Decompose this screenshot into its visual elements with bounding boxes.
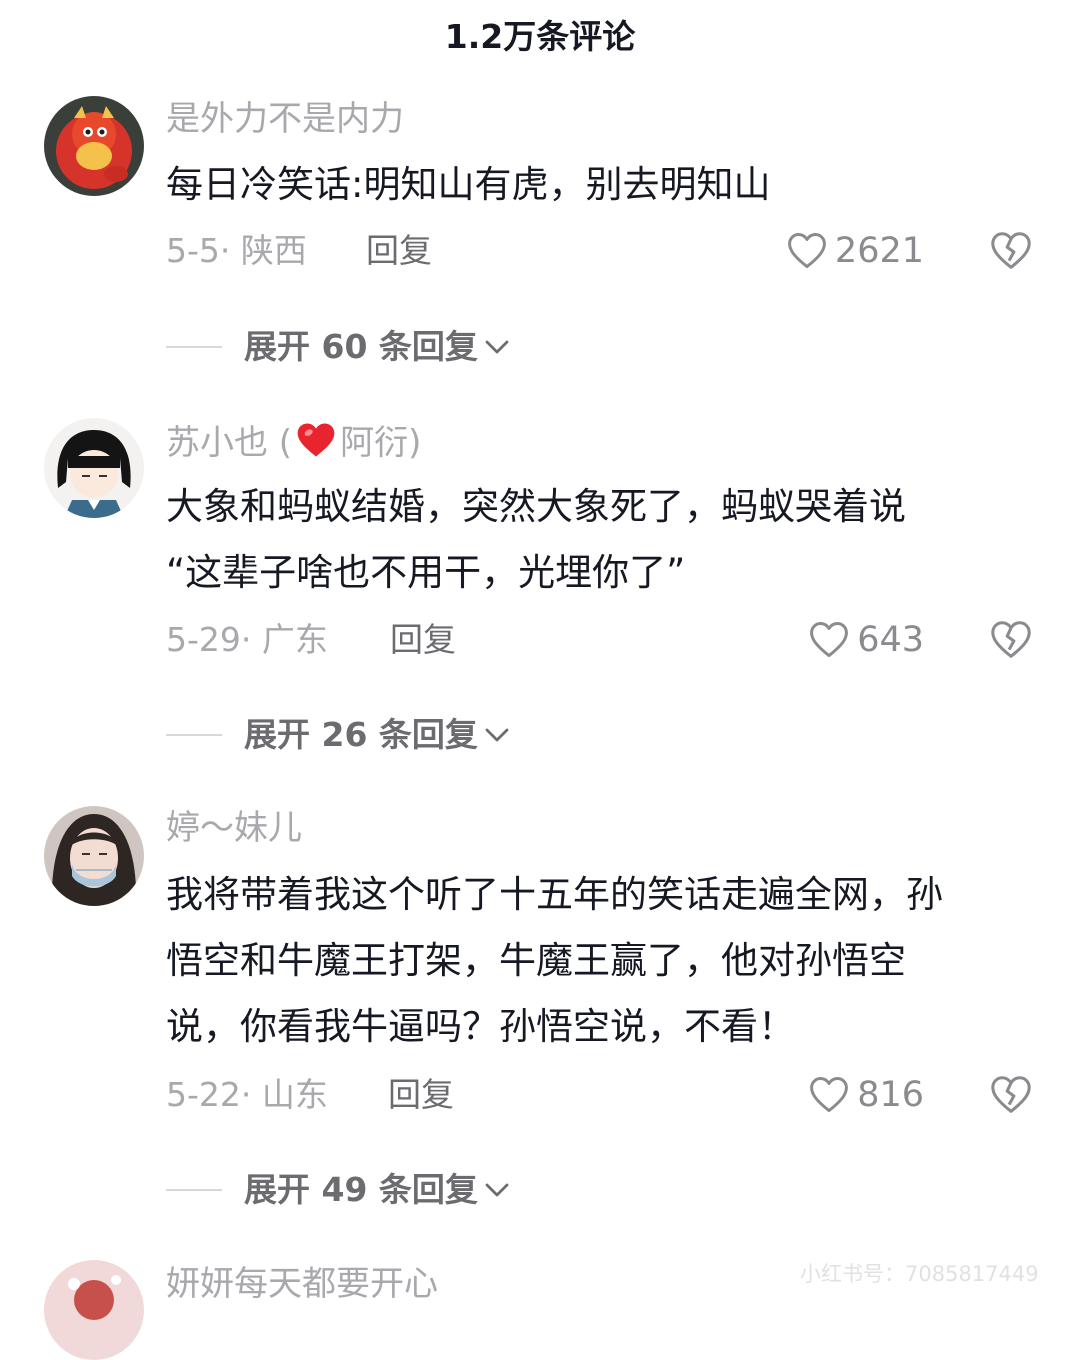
comment-meta: 5-5· 陕西 xyxy=(166,231,307,270)
avatar[interactable] xyxy=(44,418,144,518)
broken-heart-icon[interactable] xyxy=(988,228,1034,274)
divider xyxy=(166,1189,222,1191)
expand-replies-button[interactable]: 展开 49 条回复 xyxy=(166,1165,512,1215)
comment-line: 我将带着我这个听了十五年的笑话走遍全网，孙 xyxy=(166,873,943,916)
expand-replies-label: 展开 49 条回复 xyxy=(244,1170,478,1209)
comment-line: 悟空和牛魔王打架，牛魔王赢了，他对孙悟空 xyxy=(166,939,906,982)
comment-text: 每日冷笑话:明知山有虎，别去明知山 xyxy=(166,152,1036,218)
heart-outline-icon xyxy=(810,622,849,658)
comment-meta: 5-22· 山东 xyxy=(166,1075,328,1114)
chevron-down-icon xyxy=(485,1183,509,1197)
like-count: 643 xyxy=(857,620,924,660)
comment-text: 大象和蚂蚁结婚，突然大象死了，蚂蚁哭着说 “这辈子啥也不用干，光埋你了” xyxy=(166,474,1036,606)
username-part: 苏小也 ( xyxy=(166,423,293,463)
like-button[interactable]: 2621 xyxy=(785,226,924,276)
avatar[interactable] xyxy=(44,806,144,906)
divider xyxy=(166,734,222,736)
like-count: 816 xyxy=(857,1075,924,1115)
expand-replies-label: 展开 26 条回复 xyxy=(244,715,478,754)
broken-heart-icon[interactable] xyxy=(988,617,1034,663)
comment-count-title: 1.2万条评论 xyxy=(444,17,636,56)
comment-line: “这辈子啥也不用干，光埋你了” xyxy=(166,551,686,594)
expand-replies-button[interactable]: 展开 26 条回复 xyxy=(166,710,512,760)
red-heart-icon xyxy=(297,423,335,457)
comment-line: 大象和蚂蚁结婚，突然大象死了，蚂蚁哭着说 xyxy=(166,485,906,528)
avatar[interactable] xyxy=(44,96,144,196)
username-part: 阿衍) xyxy=(340,423,422,463)
reply-button[interactable]: 回复 xyxy=(388,1070,454,1120)
username[interactable]: 苏小也 ( 阿衍) xyxy=(166,418,421,465)
avatar[interactable] xyxy=(44,1260,144,1360)
reply-button[interactable]: 回复 xyxy=(366,226,432,276)
comment-meta: 5-29· 广东 xyxy=(166,620,328,659)
username[interactable]: 婷～妹儿 xyxy=(166,806,302,850)
watermark: 小红书号：7085817449 xyxy=(800,1262,1039,1286)
chevron-down-icon xyxy=(485,340,509,354)
heart-outline-icon xyxy=(788,233,826,269)
comment-text: 我将带着我这个听了十五年的笑话走遍全网，孙 悟空和牛魔王打架，牛魔王赢了，他对孙… xyxy=(166,862,1036,1060)
broken-heart-icon[interactable] xyxy=(988,1072,1034,1118)
like-button[interactable]: 643 xyxy=(807,615,924,665)
divider xyxy=(166,346,222,348)
expand-replies-label: 展开 60 条回复 xyxy=(244,327,478,366)
comment-line: 每日冷笑话:明知山有虎，别去明知山 xyxy=(166,163,771,206)
chevron-down-icon xyxy=(485,728,509,742)
comment-line: 说，你看我牛逼吗？孙悟空说，不看！ xyxy=(166,1005,795,1048)
like-button[interactable]: 816 xyxy=(807,1070,924,1120)
username[interactable]: 妍妍每天都要开心 xyxy=(166,1262,438,1306)
expand-replies-button[interactable]: 展开 60 条回复 xyxy=(166,322,512,372)
username[interactable]: 是外力不是内力 xyxy=(166,97,404,141)
like-count: 2621 xyxy=(834,231,924,271)
reply-button[interactable]: 回复 xyxy=(390,615,456,665)
heart-outline-icon xyxy=(810,1077,849,1113)
